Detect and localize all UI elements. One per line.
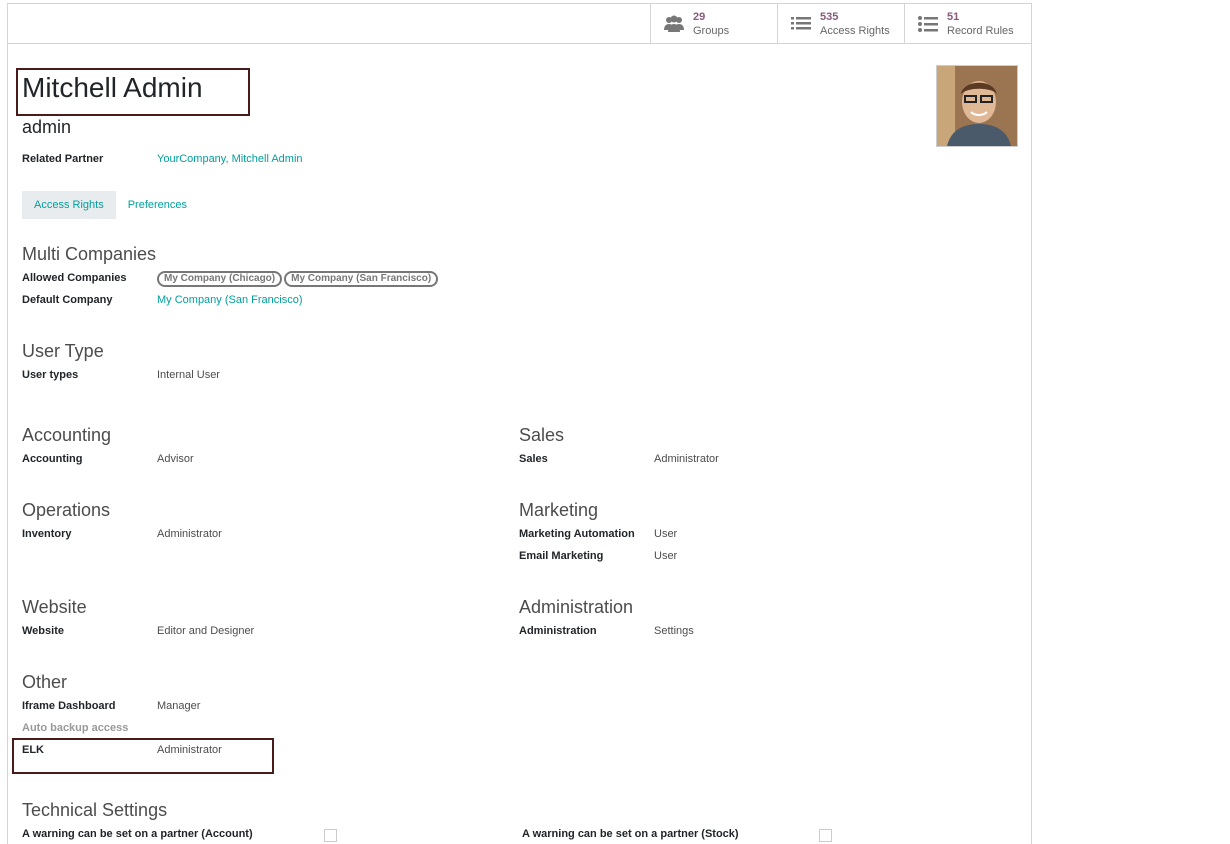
user-types-label: User types	[22, 369, 79, 381]
sales-value[interactable]: Administrator	[654, 453, 719, 465]
section-accounting: Accounting	[22, 425, 112, 445]
iframe-dashboard-value[interactable]: Manager	[157, 700, 200, 712]
record-rules-stat-button[interactable]: 51 Record Rules	[904, 4, 1031, 43]
accounting-value[interactable]: Advisor	[157, 453, 194, 465]
allowed-companies-label: Allowed Companies	[22, 272, 127, 284]
record-rules-label: Record Rules	[947, 24, 1014, 37]
warning-account-checkbox[interactable]	[324, 829, 337, 842]
access-rights-label: Access Rights	[820, 24, 890, 37]
warning-stock-checkbox[interactable]	[819, 829, 832, 842]
section-user-type: User Type	[22, 341, 104, 361]
groups-count: 29	[693, 10, 706, 23]
company-tag[interactable]: My Company (San Francisco)	[284, 271, 439, 287]
auto-backup-label: Auto backup access	[22, 722, 129, 734]
notebook-tabs: Access Rights Preferences	[22, 191, 199, 219]
section-other: Other	[22, 672, 68, 692]
section-technical-settings: Technical Settings	[22, 800, 168, 820]
form-sheet: 29 Groups 535 Access Rights 51 Record Ru…	[7, 3, 1032, 844]
marketing-automation-value[interactable]: User	[654, 528, 677, 540]
website-value[interactable]: Editor and Designer	[157, 625, 254, 637]
sales-label: Sales	[519, 453, 548, 465]
section-administration: Administration	[519, 597, 634, 617]
person-photo-icon	[937, 66, 1017, 146]
email-marketing-value[interactable]: User	[654, 550, 677, 562]
section-sales: Sales	[519, 425, 565, 445]
administration-value[interactable]: Settings	[654, 625, 694, 637]
inventory-label: Inventory	[22, 528, 72, 540]
section-multi-companies: Multi Companies	[22, 244, 157, 264]
groups-label: Groups	[693, 24, 730, 37]
users-icon	[664, 15, 684, 32]
default-company-label: Default Company	[22, 294, 113, 306]
groups-stat-button[interactable]: 29 Groups	[650, 4, 777, 43]
section-operations: Operations	[22, 500, 111, 520]
avatar[interactable]	[936, 65, 1018, 147]
related-partner-link[interactable]: YourCompany, Mitchell Admin	[157, 153, 303, 165]
record-rules-count: 51	[947, 10, 960, 23]
user-types-value[interactable]: Internal User	[157, 369, 220, 381]
section-marketing: Marketing	[519, 500, 599, 520]
divider	[8, 43, 1031, 44]
tab-preferences[interactable]: Preferences	[116, 191, 199, 219]
bullet-list-icon	[918, 15, 938, 32]
administration-label: Administration	[519, 625, 597, 637]
tab-access-rights[interactable]: Access Rights	[22, 191, 116, 219]
warning-account-label: A warning can be set on a partner (Accou…	[22, 828, 253, 840]
access-rights-count: 535	[820, 10, 839, 23]
warning-stock-label: A warning can be set on a partner (Stock…	[522, 828, 739, 840]
email-marketing-label: Email Marketing	[519, 550, 604, 562]
accounting-label: Accounting	[22, 453, 83, 465]
highlight-box-name	[16, 68, 250, 116]
website-label: Website	[22, 625, 64, 637]
highlight-box-elk	[12, 738, 274, 774]
inventory-value[interactable]: Administrator	[157, 528, 222, 540]
related-partner-label: Related Partner	[22, 153, 104, 165]
list-icon	[791, 16, 811, 29]
marketing-automation-label: Marketing Automation	[519, 528, 635, 540]
user-login[interactable]: admin	[22, 117, 71, 138]
default-company-link[interactable]: My Company (San Francisco)	[157, 294, 303, 306]
allowed-companies-tags[interactable]: My Company (Chicago) My Company (San Fran…	[157, 271, 440, 287]
smart-button-box: 29 Groups 535 Access Rights 51 Record Ru…	[650, 4, 1031, 44]
company-tag[interactable]: My Company (Chicago)	[157, 271, 283, 287]
iframe-dashboard-label: Iframe Dashboard	[22, 700, 116, 712]
access-rights-stat-button[interactable]: 535 Access Rights	[777, 4, 904, 43]
section-website: Website	[22, 597, 87, 617]
